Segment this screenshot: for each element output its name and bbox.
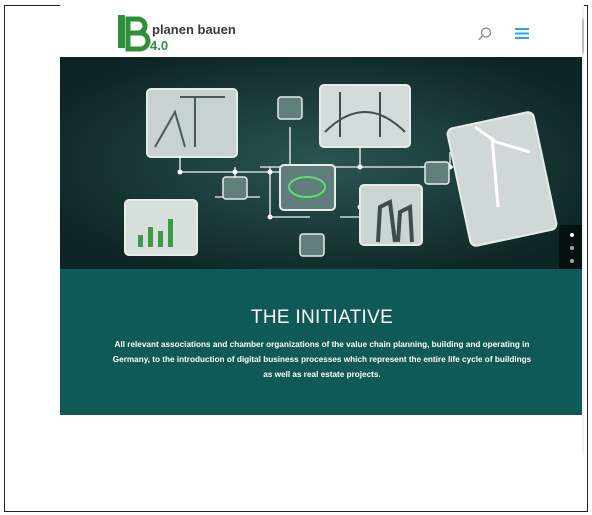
site-header: planen bauen 4.0 bbox=[60, 5, 584, 57]
cloud-tile-icon bbox=[279, 164, 336, 211]
scrollbar-thumb[interactable] bbox=[582, 18, 584, 54]
settings-tile-icon bbox=[299, 233, 325, 257]
scrollbar-track[interactable] bbox=[582, 5, 584, 455]
logo-version[interactable]: 4.0 bbox=[150, 38, 168, 53]
people-tile-icon bbox=[359, 184, 423, 246]
crane-tile-icon bbox=[146, 88, 238, 158]
house-tile-icon bbox=[222, 176, 248, 200]
hero-image bbox=[60, 57, 584, 269]
initiative-section: THE INITIATIVE All relevant associations… bbox=[60, 269, 584, 415]
users-tile-icon bbox=[277, 96, 303, 120]
search-icon[interactable] bbox=[477, 26, 493, 42]
bridge-tile-icon bbox=[319, 84, 411, 148]
chart-tile-icon bbox=[124, 199, 198, 256]
section-description: All relevant associations and chamber or… bbox=[112, 340, 532, 379]
logo-name[interactable]: planen bauen bbox=[152, 22, 236, 37]
slide-dot-navigation bbox=[559, 225, 584, 269]
hamburger-menu-icon[interactable] bbox=[514, 25, 530, 41]
network-illustration bbox=[60, 57, 584, 269]
feed-tile-icon bbox=[424, 161, 450, 185]
slide-dot[interactable] bbox=[570, 233, 574, 237]
browser-viewport: planen bauen 4.0 THE INITIATIVE All rele… bbox=[60, 5, 584, 455]
section-title: THE INITIATIVE bbox=[250, 307, 394, 328]
content-area bbox=[60, 415, 584, 455]
slide-dot[interactable] bbox=[570, 246, 574, 250]
slide-dot[interactable] bbox=[570, 259, 574, 263]
